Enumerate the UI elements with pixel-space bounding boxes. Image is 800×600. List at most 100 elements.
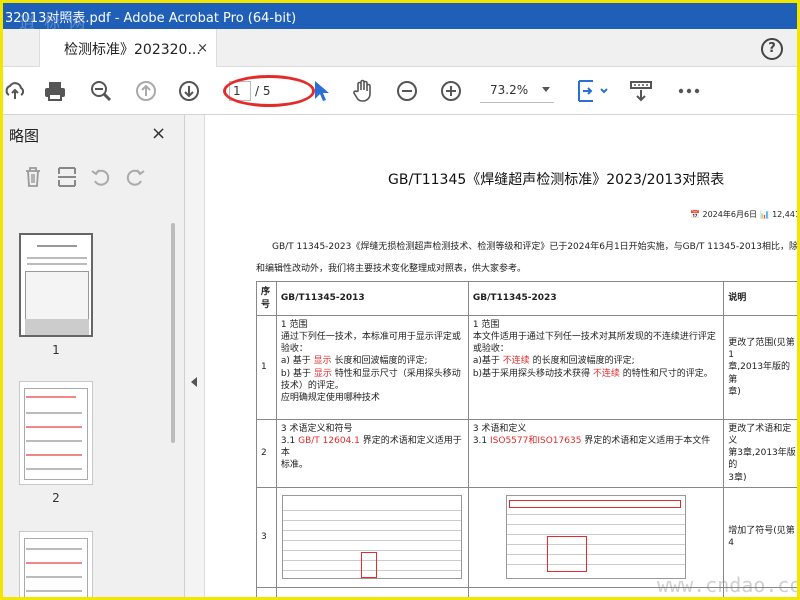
- cursor-icon[interactable]: [309, 79, 333, 103]
- comment-tool-icon[interactable]: [629, 79, 653, 103]
- title-bar: 32013对照表.pdf - Adobe Acrobat Pro (64-bit…: [3, 3, 797, 29]
- embedded-symbol-table-new: [506, 494, 687, 579]
- page-down-icon[interactable]: [177, 79, 201, 103]
- cell-line: 应明确规定使用哪种技术: [281, 392, 464, 404]
- page-thumbnail-1[interactable]: [19, 233, 93, 337]
- row-new-text: 3 术语和定义 3.1 ISO5577和ISO17635 界定的术语和定义适用于本…: [467, 419, 725, 488]
- zoom-level-select[interactable]: 73.2%: [480, 79, 554, 103]
- sidebar-title: 略图: [9, 127, 40, 145]
- row-old-text: 3 术语定义和符号 3.1 GB/T 12604.1 界定的术语和定义适用于本 标准…: [275, 419, 469, 488]
- thumbnail-sidebar: 略图 × 1 2: [3, 115, 185, 597]
- cell-text: a) 基于: [280, 356, 314, 367]
- page-thumbnail-3[interactable]: [19, 531, 93, 597]
- header-old: GB/T11345-2013: [275, 281, 469, 316]
- note-line: 3章): [728, 472, 747, 483]
- document-tab[interactable]: 检测标准》202320... ×: [39, 29, 217, 68]
- upload-icon[interactable]: [3, 79, 27, 103]
- print-icon[interactable]: [43, 79, 67, 103]
- chevron-down-icon: [542, 87, 550, 92]
- page-up-icon[interactable]: [134, 79, 158, 103]
- row-new-figure: [467, 486, 725, 588]
- row-figure-partial: [275, 586, 469, 597]
- table-row: 3 增加了符号(见第4: [256, 486, 797, 588]
- cell-text: 特性和显示尺寸（采用探头移动: [331, 368, 461, 379]
- highlighted-term: 显示: [313, 356, 332, 367]
- cell-text: 3 术语定义和符号: [280, 424, 353, 434]
- cell-line: 验收：: [281, 343, 464, 355]
- cell-text: 或验收：: [472, 344, 509, 355]
- cell-text: a)基于: [472, 356, 503, 367]
- row-num: 2: [256, 419, 277, 488]
- table-row: 1 1 范围 通过下列任一技术，本标准可用于显示评定或 验收： a) 基于 显示 长度…: [256, 315, 797, 420]
- cell-line: 通过下列任一技术，本标准可用于显示评定或: [281, 331, 464, 343]
- table-header-row: 序号 GB/T11345-2013 GB/T11345-2023 说明: [256, 281, 797, 316]
- cell-text: b) 基于: [280, 368, 314, 379]
- cell-text: 3 术语和定义: [472, 424, 527, 434]
- page-thumbnail-2[interactable]: [19, 381, 93, 485]
- tab-close-icon[interactable]: ×: [197, 41, 208, 56]
- cell-line: 1 范围: [473, 319, 719, 331]
- cell-line: 3 术语定义和符号: [281, 423, 464, 435]
- cell-text: 长度和回波幅度的评定;: [331, 356, 428, 367]
- minus-circle-icon[interactable]: [395, 79, 419, 103]
- highlighted-term: 不连续: [592, 368, 620, 379]
- sidebar-scrollbar[interactable]: [171, 223, 175, 443]
- plus-circle-icon[interactable]: [439, 79, 463, 103]
- window-title: 32013对照表.pdf - Adobe Acrobat Pro (64-bit…: [5, 10, 297, 26]
- app-window: 32013对照表.pdf - Adobe Acrobat Pro (64-bit…: [0, 0, 800, 600]
- cell-text: b)基于采用探头移动技术获得: [472, 368, 593, 379]
- cell-line: 3.1 GB/T 12604.1 界定的术语和定义适用于本: [281, 435, 464, 459]
- note-line: 第3章,2013年版的: [728, 448, 796, 471]
- rotate-left-icon[interactable]: [89, 165, 113, 189]
- embedded-symbol-table-old: [282, 494, 463, 579]
- document-view[interactable]: GB/T11345《焊缝超声检测标准》2023/2013对照表 📅 2024年6…: [206, 115, 800, 597]
- highlighted-term: ISO5577和ISO17635: [490, 436, 582, 447]
- header-note: 说明: [723, 281, 797, 316]
- sidebar-tools: [21, 165, 147, 189]
- trash-icon[interactable]: [21, 165, 45, 189]
- cell-line: 3.1 ISO5577和ISO17635 界定的术语和定义适用于本文件: [473, 435, 719, 447]
- cell-text: 技术）的评定。: [280, 380, 344, 391]
- row-note: 增加了符号(见第4: [723, 486, 797, 588]
- page-number-input[interactable]: [229, 81, 251, 101]
- fit-page-icon[interactable]: [575, 79, 609, 103]
- cell-text: 1 范围: [472, 320, 500, 330]
- document-meta: 📅 2024年6月6日 📊 12,441: [690, 210, 800, 219]
- table-row: 2 3 术语定义和符号 3.1 GB/T 12604.1 界定的术语和定义适用于本…: [256, 419, 797, 488]
- document-tab-label: 检测标准》202320...: [64, 41, 201, 58]
- note-line: 更改了范围(见第1: [728, 338, 795, 361]
- zoom-out-search-icon[interactable]: [89, 79, 113, 103]
- row-new-text: 1 范围本文件适用于通过下列任一技术对其所发现的不连续进行评定 或验收： a)基于 …: [467, 315, 725, 420]
- page-navigator: / 5: [225, 79, 309, 105]
- cell-text: 3.1: [280, 436, 299, 447]
- rotate-right-icon[interactable]: [123, 165, 147, 189]
- highlighted-term: 显示: [313, 368, 332, 379]
- insert-page-icon[interactable]: [55, 165, 79, 189]
- cell-line: 技术）的评定。: [281, 380, 464, 392]
- thumbnail-label-1: 1: [52, 343, 60, 357]
- highlighted-term: GB/T 12604.1: [298, 436, 360, 447]
- cell-line: b)基于采用探头移动技术获得 不连续 的特性和尺寸的评定。: [473, 368, 719, 380]
- cell-text: 界定的术语和定义适用于本文件: [581, 436, 711, 447]
- intro-line-1: GB/T 11345-2023《焊缝无损检测超声检测技术、检测等级和评定》已于2…: [272, 242, 800, 252]
- row-old-text: 1 范围 通过下列任一技术，本标准可用于显示评定或 验收： a) 基于 显示 长度和回…: [275, 315, 469, 420]
- row-note: 更改了术语和定义 第3章,2013年版的 3章): [723, 419, 797, 488]
- cell-line: a)基于 不连续 的长度和回波幅度的评定;: [473, 355, 719, 367]
- cell-line: 本文件适用于通过下列任一技术对其所发现的不连续进行评定: [473, 331, 719, 343]
- note-line: 章,2013年版的第: [728, 362, 791, 385]
- cell-line: 1 范围: [281, 319, 464, 331]
- row-note: 更改了范围(见第1 章,2013年版的第 章): [723, 315, 797, 420]
- sidebar-collapse-handle[interactable]: [185, 115, 205, 597]
- cell-line: b) 基于 显示 特性和显示尺寸（采用探头移动: [281, 368, 464, 380]
- cell-text: 标准。: [280, 460, 308, 471]
- sidebar-close-icon[interactable]: ×: [151, 123, 166, 144]
- cell-text: 的长度和回波幅度的评定;: [529, 356, 635, 367]
- more-icon[interactable]: [677, 79, 701, 103]
- document-title: GB/T11345《焊缝超声检测标准》2023/2013对照表: [388, 172, 725, 188]
- highlighted-term: 不连续: [502, 356, 530, 367]
- cell-line: 3 术语和定义: [473, 423, 719, 435]
- row-num: 3: [256, 486, 277, 588]
- help-icon[interactable]: ?: [761, 38, 783, 60]
- cell-text: 本文件适用于通过下列任一技术对其所发现的不连续进行评定: [472, 332, 716, 343]
- hand-icon[interactable]: [351, 79, 375, 103]
